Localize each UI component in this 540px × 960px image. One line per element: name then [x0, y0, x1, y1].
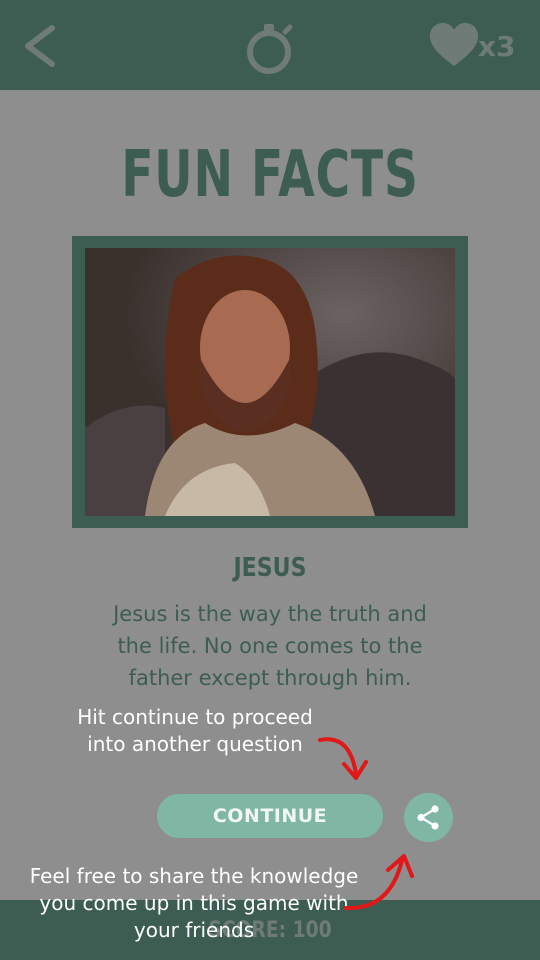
page-title: FUN FACTS [121, 138, 419, 212]
stopwatch-icon [242, 20, 298, 76]
fact-text: Jesus is the way the truth and the life.… [113, 602, 427, 690]
arrow-to-continue-icon [318, 737, 368, 780]
share-icon [417, 805, 439, 830]
share-button[interactable] [404, 793, 453, 842]
lives-count: x3 [478, 30, 516, 63]
fact-image-frame [72, 236, 468, 528]
chevron-left-icon[interactable] [18, 22, 62, 70]
continue-hint: Hit continue to proceed into another que… [77, 705, 313, 756]
fact-name: JESUS [233, 553, 307, 583]
arrow-to-share-icon [344, 854, 414, 911]
heart-icon [428, 20, 480, 72]
continue-button[interactable]: CONTINUE [157, 794, 383, 838]
fact-photo [85, 248, 455, 516]
share-hint: Feel free to share the knowledge you com… [29, 864, 359, 942]
